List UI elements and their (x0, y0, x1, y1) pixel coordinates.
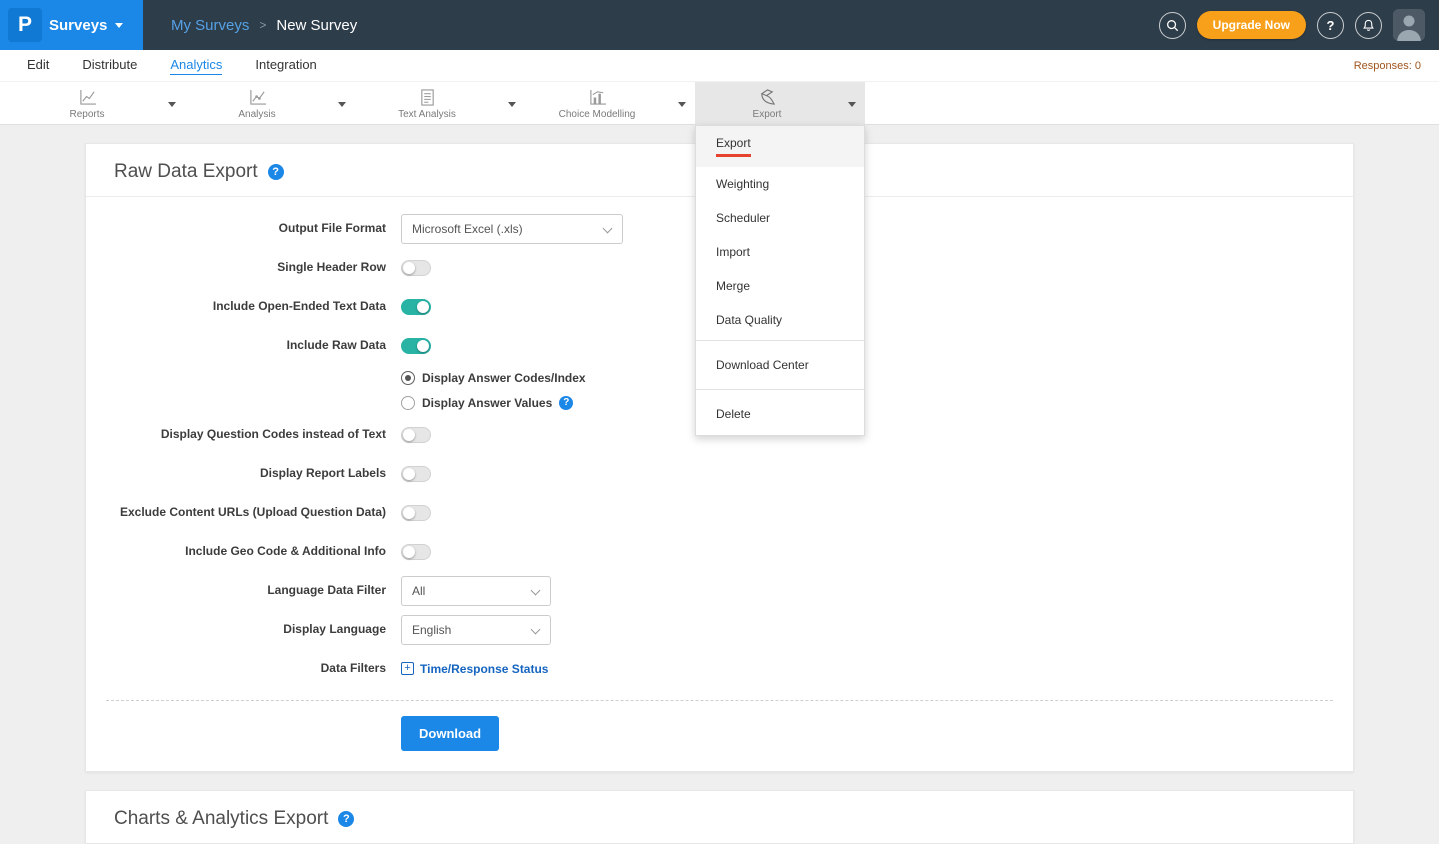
answer-values-radio[interactable] (401, 396, 415, 410)
raw-data-export-title: Raw Data Export (114, 161, 258, 183)
breadcrumb: My Surveys > New Survey (171, 17, 357, 34)
language-filter-row: Language Data Filter All (86, 571, 1353, 610)
open-ended-label: Include Open-Ended Text Data (86, 299, 386, 315)
tab-analytics[interactable]: Analytics (170, 57, 222, 75)
language-filter-select[interactable]: All (401, 576, 551, 606)
menu-divider (696, 340, 864, 341)
menu-item-merge[interactable]: Merge (696, 269, 864, 303)
exclude-urls-label: Exclude Content URLs (Upload Question Da… (86, 505, 386, 521)
menu-item-delete[interactable]: Delete (696, 393, 864, 435)
menu-item-download-center[interactable]: Download Center (696, 344, 864, 386)
menu-divider (696, 389, 864, 390)
analysis-dropdown-caret[interactable] (329, 82, 355, 126)
charts-analytics-export-card: Charts & Analytics Export (85, 790, 1354, 844)
upgrade-now-button[interactable]: Upgrade Now (1197, 11, 1306, 39)
breadcrumb-separator: > (259, 18, 266, 32)
tab-edit[interactable]: Edit (27, 57, 49, 74)
menu-item-data-quality[interactable]: Data Quality (696, 303, 864, 337)
toolbar-label: Export (753, 109, 782, 120)
display-language-row: Display Language English (86, 610, 1353, 649)
question-codes-label: Display Question Codes instead of Text (86, 427, 386, 443)
report-labels-label: Display Report Labels (86, 466, 386, 482)
analytics-toolbar: Reports Analysis Text Analysis Choice Mo… (0, 81, 1439, 125)
include-raw-data-label: Include Raw Data (86, 338, 386, 354)
breadcrumb-my-surveys[interactable]: My Surveys (171, 17, 249, 34)
open-ended-toggle[interactable] (401, 299, 431, 315)
answer-values-help-icon[interactable] (559, 396, 573, 410)
report-labels-row: Display Report Labels (86, 454, 1353, 493)
display-language-label: Display Language (86, 622, 386, 638)
include-raw-data-toggle[interactable] (401, 338, 431, 354)
question-codes-toggle[interactable] (401, 427, 431, 443)
choice-modelling-dropdown-caret[interactable] (669, 82, 695, 126)
language-filter-label: Language Data Filter (86, 583, 386, 599)
chevron-down-icon (531, 585, 541, 595)
output-format-label: Output File Format (86, 221, 386, 237)
menu-item-scheduler[interactable]: Scheduler (696, 201, 864, 235)
answer-codes-radio[interactable] (401, 371, 415, 385)
toolbar-reports[interactable]: Reports (15, 82, 185, 126)
analysis-chart-icon (248, 88, 267, 106)
charts-analytics-export-title: Charts & Analytics Export (114, 808, 328, 830)
export-dropdown-caret[interactable] (839, 82, 865, 126)
display-language-select[interactable]: English (401, 615, 551, 645)
toolbar-choice-modelling[interactable]: Choice Modelling (525, 82, 695, 126)
choice-modelling-icon (588, 88, 607, 106)
export-share-icon (758, 88, 777, 106)
topbar-actions: Upgrade Now ? (1159, 9, 1439, 41)
report-labels-toggle[interactable] (401, 466, 431, 482)
answer-codes-radio-label: Display Answer Codes/Index (422, 371, 586, 385)
responses-count: Responses: 0 (1354, 60, 1421, 72)
tab-distribute[interactable]: Distribute (82, 57, 137, 74)
toolbar-text-analysis[interactable]: Text Analysis (355, 82, 525, 126)
data-filters-row: Data Filters Time/Response Status (86, 649, 1353, 688)
toolbar-label: Analysis (238, 109, 275, 120)
reports-dropdown-caret[interactable] (159, 82, 185, 126)
text-analysis-icon (419, 88, 436, 106)
product-name: Surveys (49, 17, 107, 34)
time-response-status-link[interactable]: Time/Response Status (401, 662, 548, 676)
plus-square-icon (401, 662, 414, 675)
data-filters-label: Data Filters (86, 661, 386, 677)
menu-item-import[interactable]: Import (696, 235, 864, 269)
charts-analytics-help-icon[interactable] (338, 811, 354, 827)
text-analysis-dropdown-caret[interactable] (499, 82, 525, 126)
toolbar-label: Choice Modelling (559, 109, 636, 120)
search-icon[interactable] (1159, 12, 1186, 39)
toolbar-analysis[interactable]: Analysis (185, 82, 355, 126)
section-tabs: Edit Distribute Analytics Integration Re… (0, 50, 1439, 81)
toolbar-label: Reports (69, 109, 104, 120)
breadcrumb-current: New Survey (276, 17, 357, 34)
top-bar: P Surveys My Surveys > New Survey Upgrad… (0, 0, 1439, 50)
export-dropdown-menu: Export Weighting Scheduler Import Merge … (695, 125, 865, 436)
raw-data-export-help-icon[interactable] (268, 164, 284, 180)
questionpro-logo: P (8, 8, 42, 42)
single-header-toggle[interactable] (401, 260, 431, 276)
user-avatar[interactable] (1393, 9, 1425, 41)
surveys-app-menu[interactable]: P Surveys (0, 0, 143, 50)
help-icon[interactable]: ? (1317, 12, 1344, 39)
tab-integration[interactable]: Integration (255, 57, 316, 74)
chevron-down-icon (603, 223, 613, 233)
menu-item-weighting[interactable]: Weighting (696, 167, 864, 201)
chevron-down-icon (531, 624, 541, 634)
single-header-label: Single Header Row (86, 260, 386, 276)
menu-item-export[interactable]: Export (696, 126, 864, 167)
geo-code-label: Include Geo Code & Additional Info (86, 544, 386, 560)
exclude-urls-row: Exclude Content URLs (Upload Question Da… (86, 493, 1353, 532)
geo-code-row: Include Geo Code & Additional Info (86, 532, 1353, 571)
answer-values-radio-label: Display Answer Values (422, 396, 552, 410)
download-button[interactable]: Download (401, 716, 499, 751)
reports-chart-icon (78, 88, 97, 106)
geo-code-toggle[interactable] (401, 544, 431, 560)
output-format-select[interactable]: Microsoft Excel (.xls) (401, 214, 623, 244)
exclude-urls-toggle[interactable] (401, 505, 431, 521)
notifications-bell-icon[interactable] (1355, 12, 1382, 39)
toolbar-export[interactable]: Export (695, 82, 865, 126)
toolbar-label: Text Analysis (398, 109, 456, 120)
chevron-down-icon (115, 23, 123, 28)
